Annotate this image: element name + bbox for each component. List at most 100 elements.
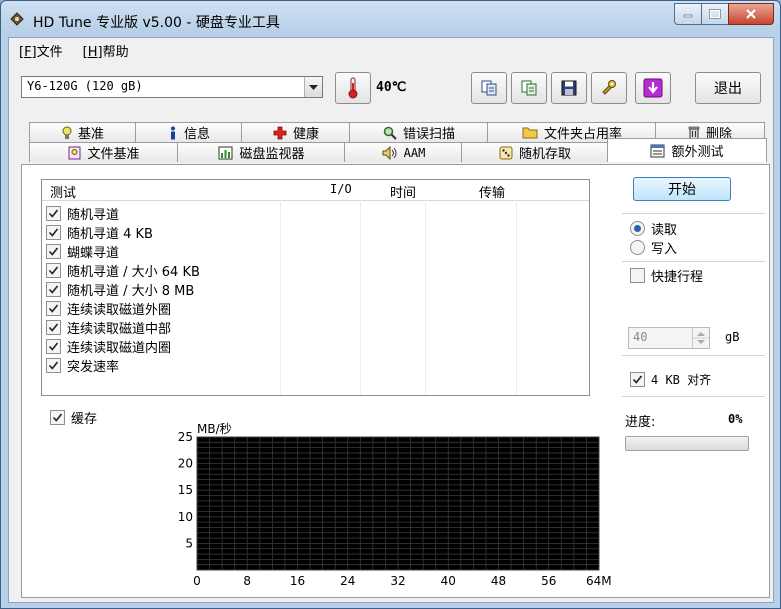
checkmark-icon	[632, 375, 643, 384]
column-divider	[280, 200, 281, 395]
column-io[interactable]: I/O	[330, 182, 352, 196]
dice-icon	[499, 146, 513, 159]
maximize-button[interactable]	[701, 3, 729, 25]
spinner-arrows[interactable]	[692, 328, 709, 348]
spinner-arrows-icon	[693, 332, 709, 344]
checkmark-icon	[52, 413, 63, 422]
write-option[interactable]: 写入	[630, 238, 677, 257]
drive-select-arrow[interactable]	[304, 77, 322, 97]
quick-stroke-checkbox[interactable]	[630, 268, 645, 283]
y-tick-label: 5	[185, 536, 193, 550]
column-divider	[516, 200, 517, 395]
test-checkbox[interactable]	[46, 225, 61, 240]
copy-button[interactable]	[471, 72, 507, 104]
progress-bar	[625, 436, 749, 451]
copy-all-button[interactable]	[511, 72, 547, 104]
quick-stroke-option[interactable]: 快捷行程	[630, 266, 703, 285]
cache-option[interactable]: 缓存	[50, 408, 97, 427]
test-checkbox[interactable]	[46, 282, 61, 297]
quick-stroke-spinner[interactable]: 40	[628, 327, 710, 349]
column-time[interactable]: 时间	[390, 182, 416, 201]
test-label: 连续读取磁道中部	[67, 322, 172, 337]
exit-button[interactable]: 退出	[695, 72, 761, 104]
test-checkbox[interactable]	[46, 301, 61, 316]
tab-health[interactable]: 健康	[241, 122, 351, 142]
test-list-item[interactable]: 随机寻道 / 大小 64 KB	[46, 261, 200, 280]
test-list-item[interactable]: 连续读取磁道外圈	[46, 299, 171, 318]
menu-help[interactable]: [H]帮助	[73, 38, 139, 60]
x-tick-label: 16	[290, 574, 305, 588]
test-label: 蝴蝶寻道	[67, 246, 120, 261]
test-checkbox[interactable]	[46, 206, 61, 221]
tab-benchmark-label: 基准	[77, 127, 104, 142]
read-radio[interactable]	[630, 221, 645, 236]
y-tick-label: 15	[178, 483, 193, 497]
x-tick-label: 32	[390, 574, 405, 588]
tab-health-label: 健康	[292, 127, 319, 142]
write-label: 写入	[651, 242, 678, 257]
y-tick-label: 25	[178, 430, 193, 444]
read-option[interactable]: 读取	[630, 219, 677, 238]
tab-extra-tests[interactable]: 额外测试	[607, 138, 767, 162]
checkmark-icon	[48, 323, 59, 332]
tab-info[interactable]: 信息	[135, 122, 243, 142]
test-list-item[interactable]: 连续读取磁道内圈	[46, 337, 171, 356]
tab-error-scan[interactable]: 错误扫描	[349, 122, 489, 142]
save-button[interactable]	[551, 72, 587, 104]
cache-checkbox[interactable]	[50, 410, 65, 425]
drive-select[interactable]: Y6-120G (120 gB)	[21, 76, 323, 98]
checkmark-icon	[48, 342, 59, 351]
minimize-button[interactable]	[674, 3, 702, 25]
menu-file-label: 文件	[36, 45, 63, 60]
test-list-item[interactable]: 连续读取磁道中部	[46, 318, 171, 337]
test-checkbox[interactable]	[46, 263, 61, 278]
file-benchmark-icon	[68, 146, 81, 159]
write-radio[interactable]	[630, 240, 645, 255]
floppy-icon	[561, 80, 577, 96]
tab-file-benchmark[interactable]: 文件基准	[29, 142, 179, 162]
download-button[interactable]	[635, 72, 671, 104]
x-tick-label: 0	[193, 574, 201, 588]
chevron-down-icon	[309, 84, 318, 90]
column-transfer[interactable]: 传输	[479, 182, 505, 201]
title-bar[interactable]: HD Tune 专业版 v5.00 - 硬盘专业工具	[1, 1, 780, 37]
test-list-item[interactable]: 随机寻道	[46, 204, 119, 223]
tab-random-access-label: 随机存取	[518, 147, 571, 162]
tab-benchmark[interactable]: 基准	[29, 122, 137, 142]
checkmark-icon	[48, 285, 59, 294]
test-list-item[interactable]: 随机寻道 / 大小 8 MB	[46, 280, 194, 299]
test-list-item[interactable]: 突发速率	[46, 356, 119, 375]
test-checkbox[interactable]	[46, 339, 61, 354]
options-button[interactable]	[591, 72, 627, 104]
copy-icon	[481, 80, 497, 96]
temperature-button[interactable]	[335, 72, 371, 104]
transfer-chart: 5 10 15 20 25 0 8 16 24 32 40 48 56 64MB MB/秒	[178, 422, 612, 588]
test-list-item[interactable]: 蝴蝶寻道	[46, 242, 119, 261]
column-test[interactable]: 测试	[50, 182, 76, 201]
quick-stroke-value: 40	[633, 330, 648, 344]
test-label: 随机寻道 4 KB	[67, 227, 153, 242]
align-checkbox[interactable]	[630, 372, 645, 387]
tab-random-access[interactable]: 随机存取	[461, 142, 609, 162]
y-tick-label: 10	[178, 510, 193, 524]
wrench-icon	[602, 80, 616, 95]
tab-disk-monitor-label: 磁盘监视器	[239, 147, 305, 162]
test-checkbox[interactable]	[46, 320, 61, 335]
maximize-icon	[709, 9, 721, 19]
checkmark-icon	[48, 361, 59, 370]
test-list-item[interactable]: 随机寻道 4 KB	[46, 223, 153, 242]
tab-aam[interactable]: AAM	[344, 142, 463, 162]
align-label: 4 KB 对齐	[651, 373, 712, 387]
test-checkbox[interactable]	[46, 244, 61, 259]
minimize-icon	[683, 14, 693, 18]
test-checkbox[interactable]	[46, 358, 61, 373]
x-tick-label: 48	[491, 574, 506, 588]
magnifier-icon	[383, 126, 397, 140]
separator	[622, 261, 765, 262]
start-button[interactable]: 开始	[633, 177, 731, 201]
menu-file[interactable]: [F]文件	[9, 38, 73, 60]
tab-disk-monitor[interactable]: 磁盘监视器	[177, 142, 346, 162]
align-option[interactable]: 4 KB 对齐	[630, 371, 711, 388]
close-button[interactable]	[728, 3, 774, 25]
separator	[622, 355, 765, 356]
